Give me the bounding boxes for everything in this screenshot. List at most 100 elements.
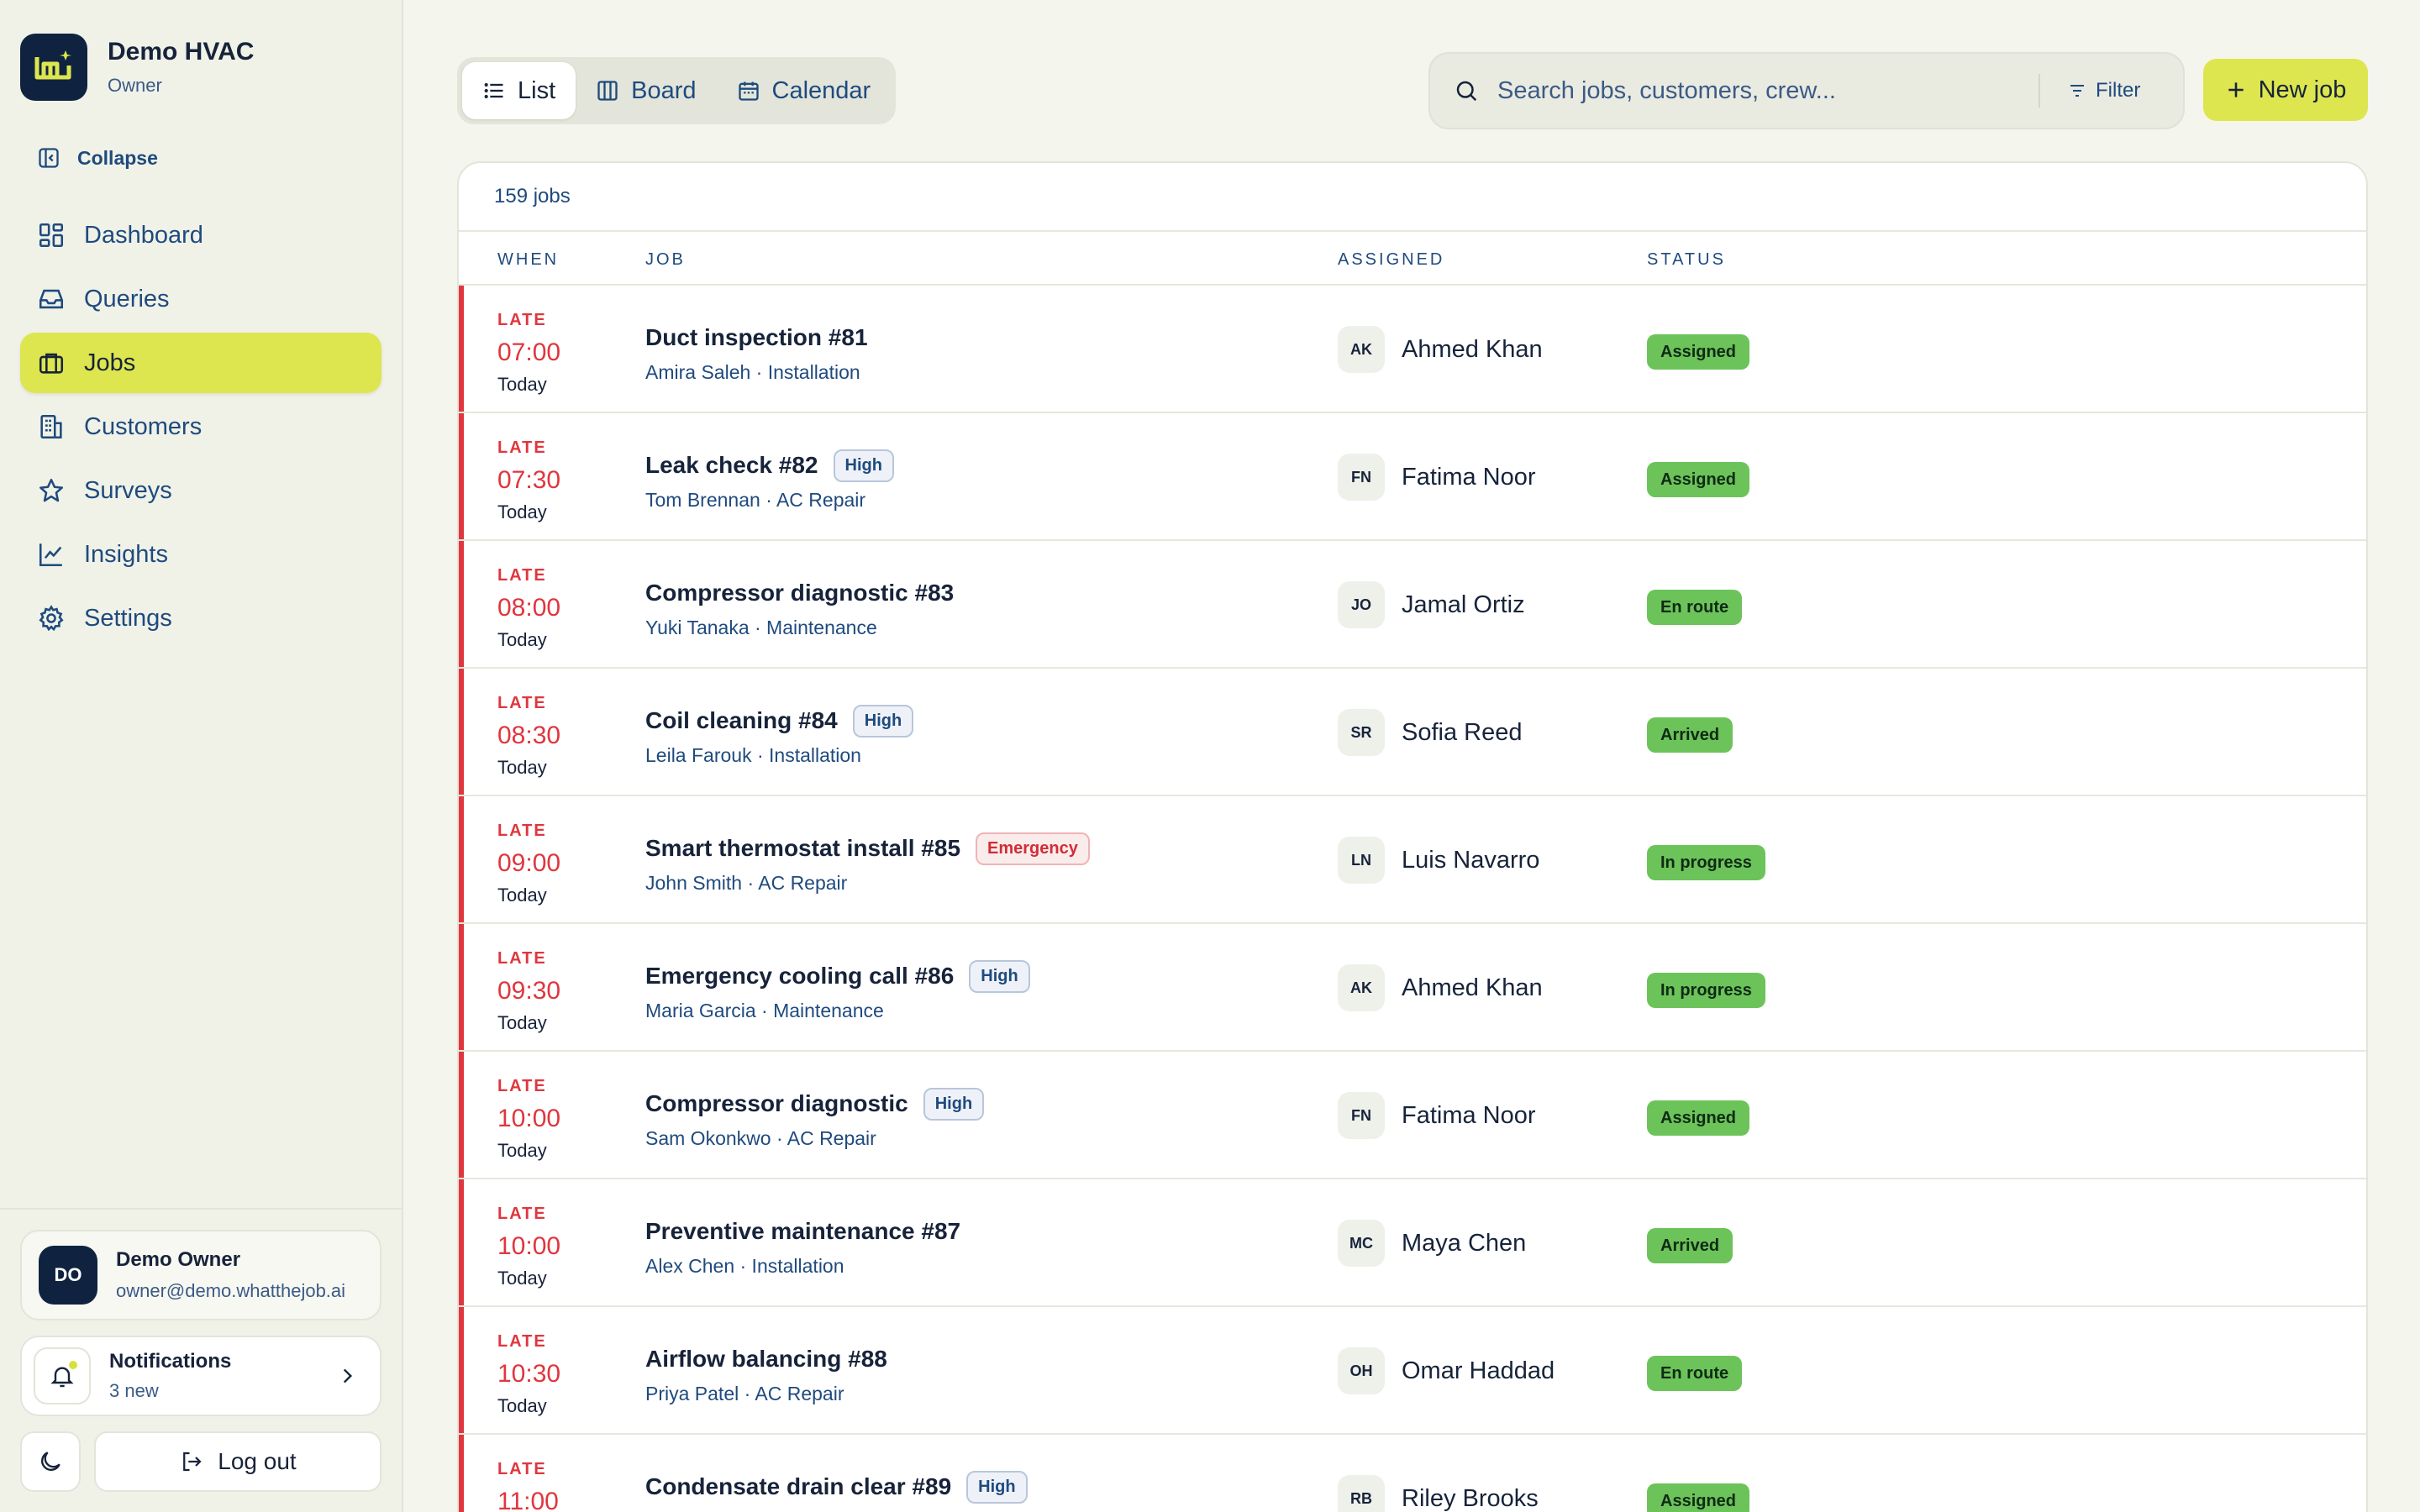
header-status: STATUS <box>1647 250 1726 269</box>
collapse-button[interactable]: Collapse <box>37 146 158 170</box>
header-when: WHEN <box>497 250 560 269</box>
table-row[interactable]: LATE 10:00 Today Preventive maintenance … <box>459 1179 2366 1307</box>
table-row[interactable]: LATE 10:30 Today Airflow balancing #88 P… <box>459 1307 2366 1435</box>
job-title[interactable]: Condensate drain clear #89 <box>645 1473 951 1500</box>
assignee-name: Omar Haddad <box>1402 1357 1555 1384</box>
logout-button[interactable]: Log out <box>94 1431 381 1492</box>
sidebar-divider <box>0 1208 402 1210</box>
job-title[interactable]: Smart thermostat install #85 <box>645 835 960 862</box>
user-card[interactable]: DO Demo Owner owner@demo.whatthejob.ai <box>20 1230 381 1320</box>
sidebar-item-customers[interactable]: Customers <box>20 396 381 457</box>
job-time: 08:00 <box>497 594 561 622</box>
brand-role: Owner <box>108 75 162 96</box>
theme-toggle-button[interactable] <box>20 1431 81 1492</box>
late-indicator <box>459 413 464 539</box>
view-board-button[interactable]: Board <box>576 62 716 119</box>
sidebar-item-dashboard[interactable]: Dashboard <box>20 205 381 265</box>
job-time: 09:00 <box>497 849 561 877</box>
chart-line-icon <box>39 543 62 567</box>
job-title[interactable]: Emergency cooling call #86 <box>645 963 954 990</box>
assignee-name: Ahmed Khan <box>1402 974 1543 1001</box>
late-indicator <box>459 1052 464 1178</box>
status-badge: Assigned <box>1647 462 1750 497</box>
priority-badge: High <box>852 704 914 738</box>
sidebar-item-label: Queries <box>84 285 170 312</box>
late-indicator <box>459 924 464 1050</box>
filter-icon <box>2070 85 2084 97</box>
assignee-name: Ahmed Khan <box>1402 335 1543 363</box>
list-icon <box>484 82 503 99</box>
job-customer-type: John Smith · AC Repair <box>645 872 848 894</box>
notifications-title: Notifications <box>109 1350 232 1373</box>
view-calendar-button[interactable]: Calendar <box>717 62 892 119</box>
table-row[interactable]: LATE 10:00 Today Compressor diagnostic H… <box>459 1052 2366 1179</box>
job-title[interactable]: Compressor diagnostic #83 <box>645 580 954 606</box>
job-day: Today <box>497 1012 547 1033</box>
job-time: 10:00 <box>497 1105 561 1132</box>
job-title[interactable]: Preventive maintenance #87 <box>645 1218 960 1245</box>
sidebar-item-queries[interactable]: Queries <box>20 269 381 329</box>
job-title[interactable]: Compressor diagnostic <box>645 1090 908 1117</box>
search-bar: Filter <box>1428 52 2185 129</box>
job-cell: Compressor diagnostic #83 Yuki Tanaka · … <box>645 575 954 639</box>
assignee-name: Fatima Noor <box>1402 1101 1536 1129</box>
status-badge: Arrived <box>1647 717 1733 753</box>
table-row[interactable]: LATE 08:00 Today Compressor diagnostic #… <box>459 541 2366 669</box>
board-icon <box>597 81 618 101</box>
table-row[interactable]: LATE 09:00 Today Smart thermostat instal… <box>459 796 2366 924</box>
view-list-button[interactable]: List <box>462 62 576 119</box>
status-badge: In progress <box>1647 973 1765 1008</box>
job-day: Today <box>497 501 547 522</box>
sidebar-nav: Dashboard Queries Jobs Customers Surveys… <box>20 205 381 652</box>
assignee-avatar: FN <box>1338 454 1385 501</box>
late-label: LATE <box>497 822 547 840</box>
late-label: LATE <box>497 1460 547 1478</box>
when-cell: LATE 09:00 Today <box>497 822 560 906</box>
search-input[interactable] <box>1497 76 2035 105</box>
late-label: LATE <box>497 566 547 585</box>
assignee-avatar: AK <box>1338 326 1385 373</box>
logout-label: Log out <box>218 1448 297 1474</box>
sidebar-item-jobs[interactable]: Jobs <box>20 333 381 393</box>
brand: Demo HVAC Owner <box>20 34 254 101</box>
job-title[interactable]: Airflow balancing #88 <box>645 1346 887 1373</box>
assignee-name: Sofia Reed <box>1402 718 1523 746</box>
header-job: JOB <box>645 250 686 269</box>
view-board-label: Board <box>631 76 697 104</box>
sidebar-item-surveys[interactable]: Surveys <box>20 460 381 521</box>
assigned-cell: JO Jamal Ortiz <box>1338 581 1525 628</box>
table-row[interactable]: LATE 07:30 Today Leak check #82 High Tom… <box>459 413 2366 541</box>
status-badge: Arrived <box>1647 1228 1733 1263</box>
sidebar-item-settings[interactable]: Settings <box>20 588 381 648</box>
job-title[interactable]: Duct inspection #81 <box>645 324 868 351</box>
job-time: 07:00 <box>497 339 561 366</box>
jobs-count: 159 jobs <box>459 163 2366 232</box>
brand-logo-icon <box>20 34 87 101</box>
assignee-avatar: RB <box>1338 1475 1385 1512</box>
notifications-count: 3 new <box>109 1380 159 1401</box>
when-cell: LATE 10:00 Today <box>497 1205 560 1289</box>
late-label: LATE <box>497 311 547 329</box>
late-indicator <box>459 541 464 667</box>
priority-badge: High <box>969 959 1030 993</box>
assignee-name: Fatima Noor <box>1402 463 1536 491</box>
table-row[interactable]: LATE 09:30 Today Emergency cooling call … <box>459 924 2366 1052</box>
table-row[interactable]: LATE 11:00 Today Condensate drain clear … <box>459 1435 2366 1512</box>
job-day: Today <box>497 1140 547 1161</box>
job-title[interactable]: Leak check #82 <box>645 452 818 479</box>
table-row[interactable]: LATE 07:00 Today Duct inspection #81 Ami… <box>459 286 2366 413</box>
assignee-name: Luis Navarro <box>1402 846 1540 874</box>
job-time: 08:30 <box>497 722 561 749</box>
job-title[interactable]: Coil cleaning #84 <box>645 707 838 734</box>
table-row[interactable]: LATE 08:30 Today Coil cleaning #84 High … <box>459 669 2366 796</box>
priority-badge: Emergency <box>976 832 1090 865</box>
gear-icon <box>39 605 64 632</box>
notifications-button[interactable]: Notifications 3 new <box>20 1336 381 1416</box>
new-job-button[interactable]: New job <box>2203 59 2368 121</box>
filter-button[interactable]: Filter <box>2067 79 2140 102</box>
when-cell: LATE 07:30 Today <box>497 438 560 523</box>
building-icon <box>40 414 62 439</box>
view-list-label: List <box>518 76 556 104</box>
when-cell: LATE 09:30 Today <box>497 949 560 1034</box>
sidebar-item-insights[interactable]: Insights <box>20 524 381 585</box>
